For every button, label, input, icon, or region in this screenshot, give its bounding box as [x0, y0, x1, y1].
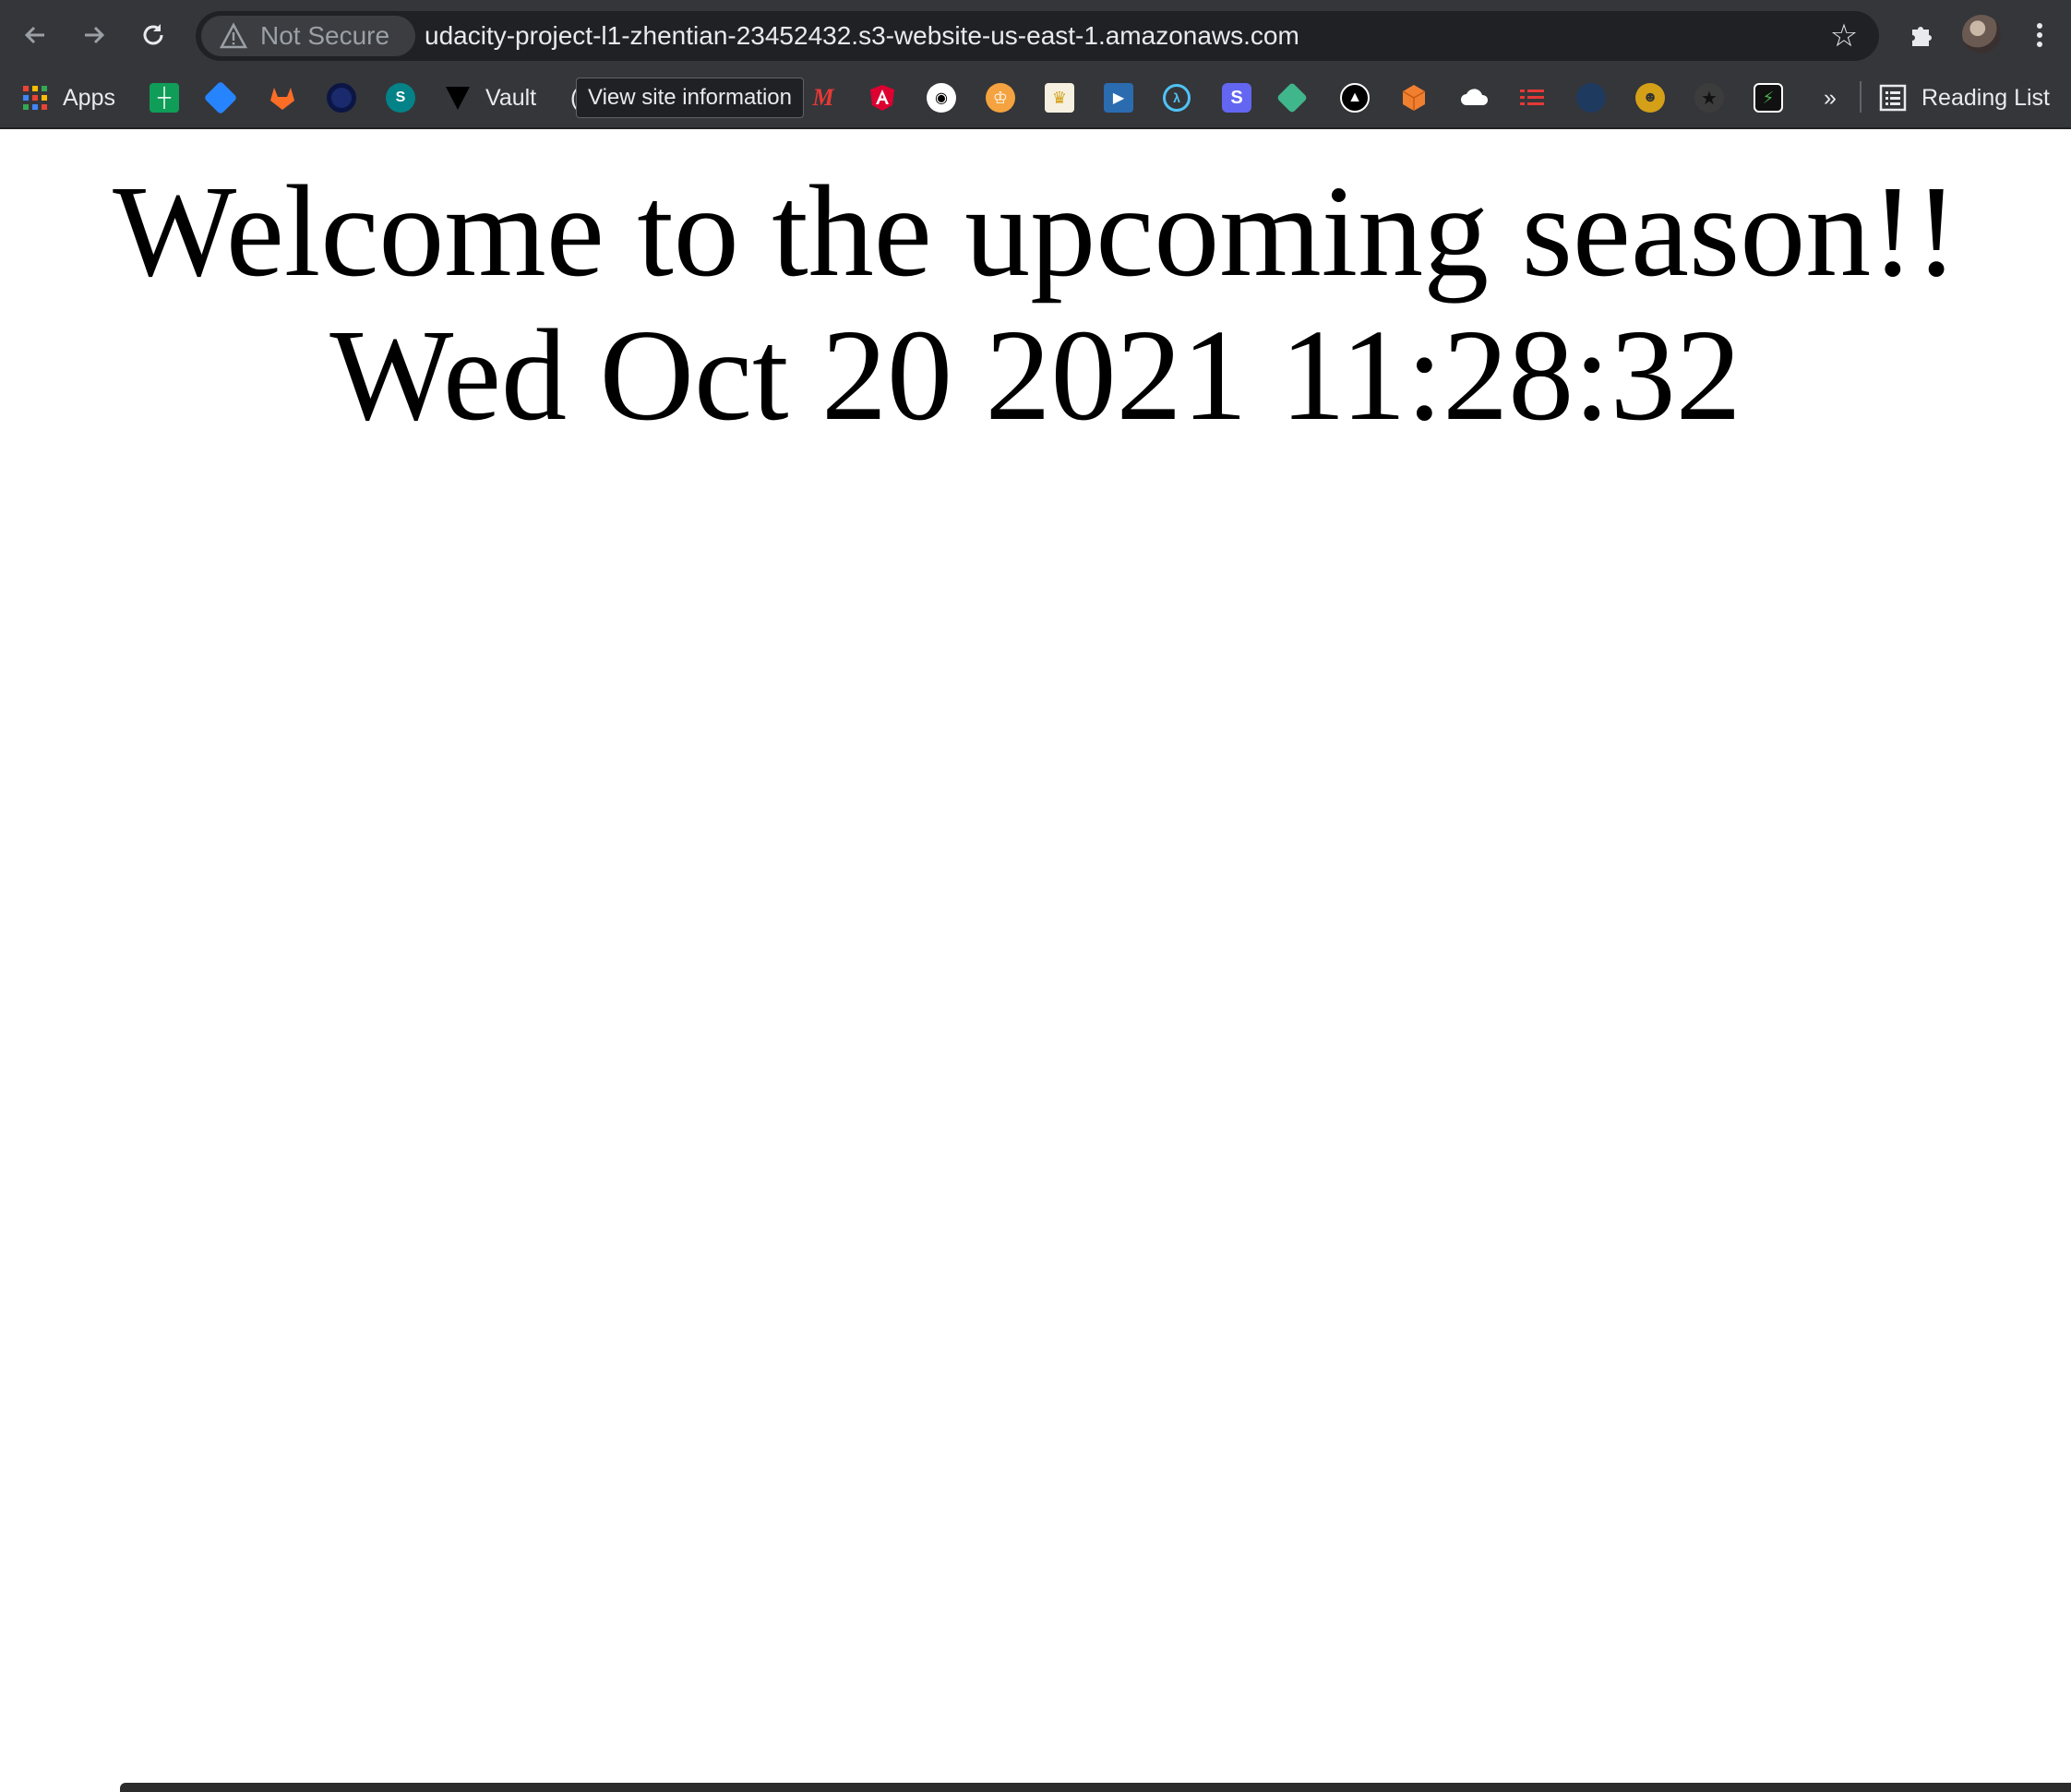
angular-icon — [870, 85, 894, 111]
bookmarks-divider — [1860, 81, 1862, 113]
page-heading: Welcome to the upcoming season!! — [113, 158, 1958, 304]
dark-star-badge-icon: ★ — [1694, 83, 1724, 113]
lightning-bolt-icon: ⚡ — [1754, 83, 1783, 113]
incognito-icon: ◉ — [927, 83, 956, 113]
bookmark-jira[interactable] — [203, 79, 238, 116]
bookmark-video[interactable]: ▶ — [1104, 79, 1133, 116]
security-chip[interactable]: Not Secure — [201, 16, 415, 56]
orange-cube-icon — [1402, 85, 1426, 111]
reading-list-button[interactable]: Reading List — [1879, 79, 2050, 116]
reading-list-label: Reading List — [1921, 84, 2050, 111]
page-content: Welcome to the upcoming season!! Wed Oct… — [0, 129, 2071, 448]
url-text[interactable]: udacity-project-l1-zhentian-23452432.s3-… — [425, 11, 1299, 61]
bookmark-trophy[interactable]: ♔ — [986, 79, 1015, 116]
bookmark-triangle[interactable]: ▲ — [1340, 79, 1370, 116]
bookmarks-overflow-label: » — [1824, 84, 1837, 111]
bookmark-helmet[interactable]: ☻ — [1635, 79, 1665, 116]
reading-list-icon — [1879, 84, 1907, 112]
bookmark-circle[interactable] — [327, 79, 356, 116]
address-bar[interactable]: Not Secure udacity-project-l1-zhentian-2… — [196, 11, 1879, 61]
bookmark-apps[interactable]: Apps — [20, 79, 115, 116]
sheets-icon: ┼ — [150, 83, 179, 113]
dark-globe-icon — [1576, 83, 1606, 113]
bookmark-s[interactable]: S — [1222, 79, 1251, 116]
cloud-icon — [1461, 89, 1489, 105]
bookmark-angular[interactable] — [868, 79, 897, 116]
trophy-icon: ♔ — [986, 83, 1015, 113]
browser-toolbar: Not Secure udacity-project-l1-zhentian-2… — [0, 0, 2071, 129]
dark-circle-icon — [327, 83, 356, 113]
bookmark-apps-label: Apps — [63, 84, 115, 111]
bookmarks-overflow-button[interactable]: » — [1824, 79, 1837, 116]
vault-triangle-icon — [446, 87, 470, 110]
bookmark-cloud[interactable] — [1458, 79, 1491, 116]
apps-grid-icon — [23, 86, 47, 110]
bookmark-box[interactable] — [1399, 79, 1429, 116]
security-label: Not Secure — [260, 21, 390, 50]
red-list-icon — [1520, 90, 1544, 105]
jira-icon — [203, 80, 238, 115]
bookmark-sheets[interactable]: ┼ — [150, 79, 179, 116]
bookmark-list[interactable] — [1517, 79, 1547, 116]
bookmark-crown[interactable]: ♛ — [1045, 79, 1074, 116]
bookmark-sharepoint[interactable]: S — [386, 79, 415, 116]
gitlab-icon — [270, 88, 294, 110]
video-play-icon: ▶ — [1104, 83, 1133, 113]
s-logo-icon: S — [1222, 83, 1251, 113]
forward-arrow-icon[interactable] — [72, 13, 116, 57]
reload-icon[interactable] — [131, 13, 175, 57]
bookmark-vault-label: Vault — [485, 84, 537, 111]
profile-avatar[interactable] — [1962, 15, 2001, 54]
bookmark-incognito[interactable]: ◉ — [927, 79, 956, 116]
bookmark-alarm[interactable]: λ — [1163, 79, 1191, 116]
triangle-circle-icon: ▲ — [1340, 83, 1370, 113]
kebab-menu-icon[interactable] — [2017, 13, 2062, 57]
date-text: Wed Oct 20 2021 11:28:32 — [329, 302, 1742, 448]
bookmarks-bar: Apps ┼ S Vault ( View site information M… — [0, 72, 2071, 125]
bookmark-gitlab[interactable] — [268, 79, 297, 116]
warning-triangle-icon — [220, 22, 247, 49]
crown-icon: ♛ — [1045, 83, 1074, 113]
bottom-window-edge — [120, 1783, 2071, 1792]
extensions-puzzle-icon[interactable] — [1899, 13, 1944, 57]
bookmark-badge[interactable]: ★ — [1694, 79, 1724, 116]
bookmark-m[interactable]: M — [808, 79, 838, 116]
sharepoint-icon: S — [386, 83, 415, 113]
bookmark-diamond[interactable] — [1276, 79, 1308, 116]
site-info-tooltip: View site information — [576, 78, 804, 118]
bookmark-star-icon[interactable]: ☆ — [1826, 18, 1862, 54]
bookmark-vault[interactable]: Vault — [443, 79, 536, 116]
green-diamond-icon — [1276, 82, 1308, 113]
bookmark-dark-globe[interactable] — [1576, 79, 1606, 116]
m-logo-icon: M — [812, 84, 834, 111]
alarm-clock-icon: λ — [1163, 84, 1191, 112]
bookmark-bolt[interactable]: ⚡ — [1754, 79, 1783, 116]
helmet-face-icon: ☻ — [1635, 83, 1665, 113]
back-arrow-icon[interactable] — [13, 13, 57, 57]
